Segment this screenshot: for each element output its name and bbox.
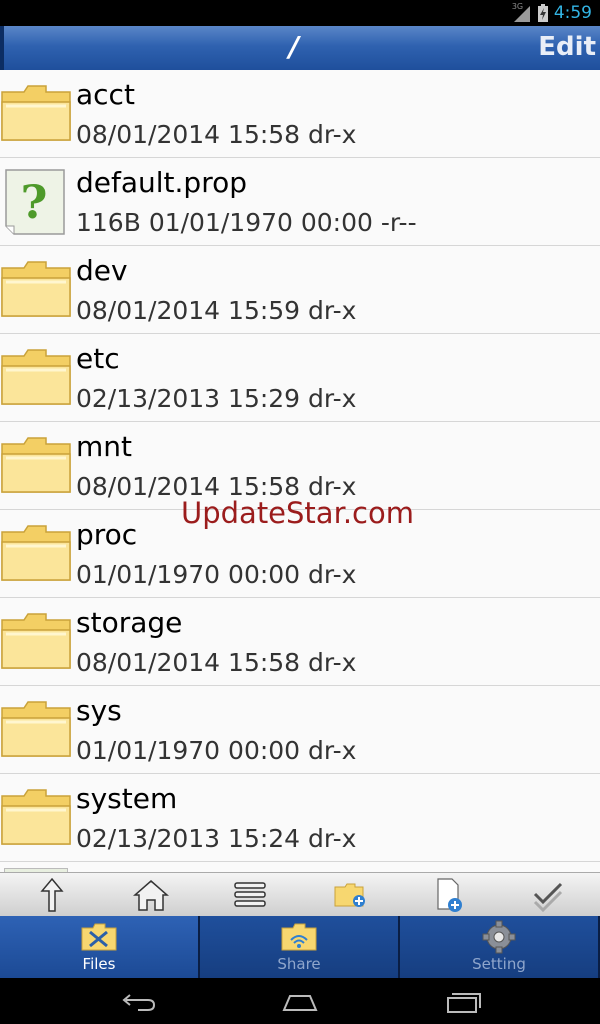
tab-label: Setting [472, 955, 526, 973]
new-folder-icon[interactable] [330, 877, 370, 913]
up-arrow-icon[interactable] [32, 877, 72, 913]
action-toolbar [0, 872, 600, 916]
file-meta: 08/01/2014 15:58 dr-x [76, 120, 357, 149]
watermark: UpdateStar.com [181, 496, 414, 530]
file-row[interactable]: etc 02/13/2013 15:29 dr-x [0, 334, 600, 422]
folder-icon [0, 696, 72, 764]
title-bar: / Edit [0, 26, 600, 70]
current-path: / [288, 30, 300, 63]
file-row[interactable]: storage 08/01/2014 15:58 dr-x [0, 598, 600, 686]
unknown-file-icon: ? [0, 168, 72, 236]
file-meta: 02/13/2013 15:29 dr-x [76, 384, 357, 413]
file-name: dev [76, 254, 128, 287]
file-name: etc [76, 342, 120, 375]
edit-button[interactable]: Edit [538, 32, 596, 62]
file-row[interactable]: ? default.prop 116B 01/01/1970 00:00 -r-- [0, 158, 600, 246]
back-icon[interactable] [118, 988, 158, 1014]
recent-apps-icon[interactable] [444, 988, 484, 1014]
file-meta: 08/01/2014 15:59 dr-x [76, 296, 357, 325]
folder-icon [0, 432, 72, 500]
file-meta: 02/13/2013 15:24 dr-x [76, 824, 357, 853]
file-name: mnt [76, 430, 132, 463]
folder-icon [0, 784, 72, 852]
file-list[interactable]: acct 08/01/2014 15:58 dr-x? default.prop 11… [0, 70, 600, 872]
file-row[interactable]: system 02/13/2013 15:24 dr-x [0, 774, 600, 862]
file-meta: 01/01/1970 00:00 dr-x [76, 736, 357, 765]
partial-file-row[interactable] [0, 862, 600, 872]
battery-icon [537, 4, 548, 22]
file-name: acct [76, 78, 135, 111]
folder-icon [0, 256, 72, 324]
svg-text:?: ? [21, 175, 48, 229]
file-row[interactable]: acct 08/01/2014 15:58 dr-x [0, 70, 600, 158]
file-row[interactable]: dev 08/01/2014 15:59 dr-x [0, 246, 600, 334]
bottom-tabs: Files Share Setting [0, 916, 600, 978]
select-all-icon[interactable] [528, 877, 568, 913]
file-meta: 116B 01/01/1970 00:00 -r-- [76, 208, 417, 237]
folder-icon [0, 520, 72, 588]
file-name: proc [76, 518, 138, 551]
share-icon [281, 923, 317, 951]
home-icon[interactable] [131, 877, 171, 913]
tab-label: Files [82, 955, 116, 973]
tab-share[interactable]: Share [200, 916, 400, 978]
file-name: storage [76, 606, 183, 639]
home-nav-icon[interactable] [280, 988, 320, 1014]
files-icon [81, 923, 117, 951]
signal-icon: 3G [512, 2, 532, 23]
tab-setting[interactable]: Setting [400, 916, 600, 978]
clock: 4:59 [553, 3, 592, 23]
list-view-icon[interactable] [230, 877, 270, 913]
folder-icon [0, 80, 72, 148]
nav-bar [0, 978, 600, 1024]
file-meta: 01/01/1970 00:00 dr-x [76, 560, 357, 589]
file-row[interactable]: sys 01/01/1970 00:00 dr-x [0, 686, 600, 774]
folder-icon [0, 608, 72, 676]
gear-icon [482, 920, 516, 954]
folder-icon [0, 344, 72, 412]
file-name: sys [76, 694, 122, 727]
file-name: default.prop [76, 166, 247, 199]
status-bar: 3G 4:59 [0, 0, 600, 26]
new-file-icon[interactable] [429, 877, 469, 913]
tab-files[interactable]: Files [0, 916, 200, 978]
file-meta: 08/01/2014 15:58 dr-x [76, 648, 357, 677]
tab-label: Share [277, 955, 321, 973]
file-name: system [76, 782, 178, 815]
